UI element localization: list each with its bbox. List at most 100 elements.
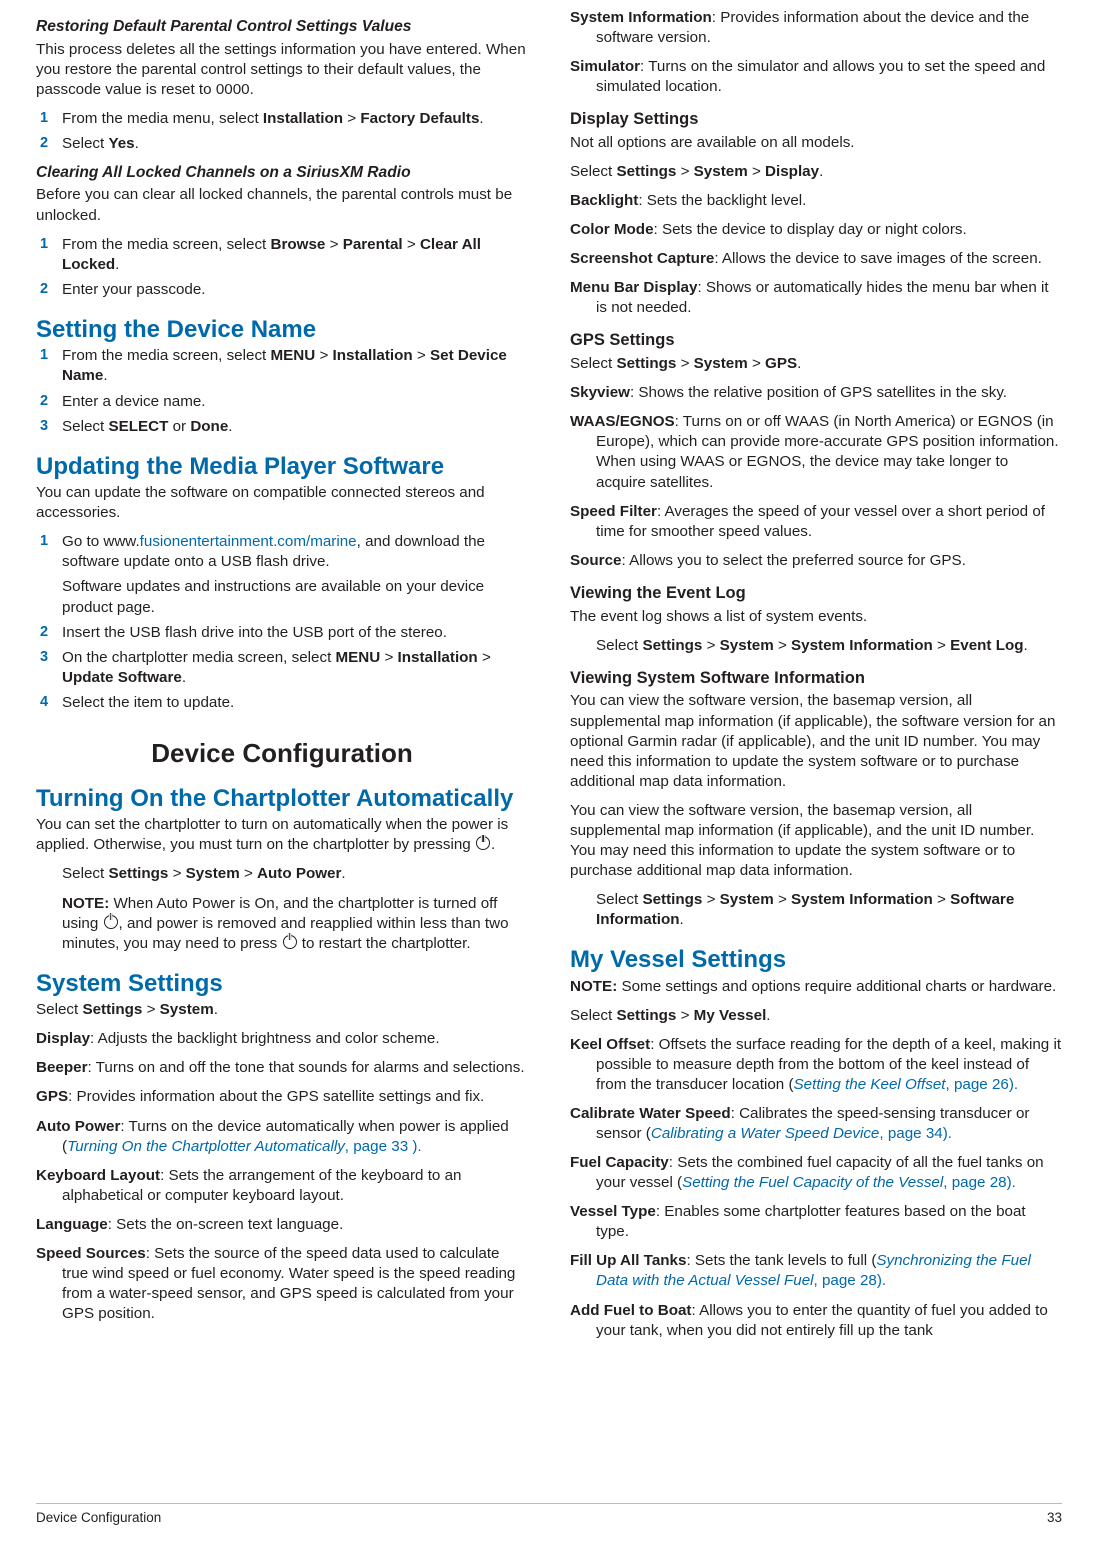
power-icon [103,914,118,929]
definition-term: Auto Power [36,1117,121,1135]
separator: > [747,355,766,373]
select-path-auto-power: Select Settings > System > Auto Power. [36,864,528,884]
separator: > [142,1001,160,1019]
select-suffix: . [766,1006,771,1024]
ui-label: Auto Power [257,865,342,883]
separator: > [168,865,186,883]
steps-clearing-locked-channels: From the media screen, select Browse > P… [36,235,528,300]
definition-desc: : Provides information about the GPS sat… [68,1088,485,1106]
definition-term: System Information [570,9,712,26]
definition-desc: : Turns on and off the tone that sounds … [87,1059,525,1077]
definition-term: Display [36,1030,91,1048]
definition-item: WAAS/EGNOS: Turns on or off WAAS (in Nor… [570,412,1062,492]
definition-list-display-settings: Backlight: Sets the backlight level. Col… [570,191,1062,318]
paragraph-updating-media-player-software: You can update the software on compatibl… [36,484,485,522]
definition-list-system-settings: Display: Adjusts the backlight brightnes… [36,1029,528,1324]
ui-label: Installation [262,109,344,127]
cross-reference-page[interactable]: , page 33 ). [345,1138,422,1155]
definition-item: Simulator: Turns on the simulator and al… [570,57,1062,97]
heading-my-vessel-settings: My Vessel Settings [570,946,787,974]
separator: > [239,865,258,883]
separator: > [412,347,431,365]
definition-term: Menu Bar Display [570,279,698,297]
ui-label: System [693,163,748,181]
definition-item: Language: Sets the on-screen text langua… [36,1215,528,1235]
definition-item: Calibrate Water Speed: Calibrates the sp… [570,1104,1062,1144]
cross-reference-link[interactable]: Turning On the Chartplotter Automaticall… [67,1138,345,1155]
step-text: From the media screen, select Browse > P… [62,235,528,275]
ui-label: Browse [270,235,326,253]
definition-list-my-vessel-settings: Keel Offset: Offsets the surface reading… [570,1035,1062,1341]
separator: > [676,1006,694,1024]
ui-label: SELECT [108,417,169,435]
step-text: Insert the USB flash drive into the USB … [62,623,447,641]
definition-term: Screenshot Capture [570,250,715,268]
heading-viewing-system-software-information: Viewing System Software Information [570,668,865,687]
step-text: Select SELECT or Done. [62,417,528,437]
separator: > [315,347,333,365]
cross-reference-link[interactable]: Setting the Keel Offset [794,1076,946,1093]
definition-desc: : Allows you to select the preferred sou… [621,551,966,569]
note-label: NOTE: [62,894,110,912]
separator: > [325,235,343,253]
cross-reference-page[interactable]: , page 26). [946,1076,1019,1093]
ui-label: MENU [270,347,316,365]
ui-label: System Information [791,891,933,908]
separator: > [773,891,792,908]
step-text-part: From the media screen, select [62,235,271,253]
ui-label: Display [765,163,820,181]
power-icon [282,934,297,949]
definition-item: Color Mode: Sets the device to display d… [570,220,1062,240]
paragraph-part: . [490,836,496,854]
cross-reference-page[interactable]: , page 34). [879,1125,952,1142]
cross-reference-link[interactable]: Calibrating a Water Speed Device [651,1125,880,1142]
definition-item: Beeper: Turns on and off the tone that s… [36,1058,528,1078]
definition-item: Display: Adjusts the backlight brightnes… [36,1029,528,1049]
definition-term: Beeper [36,1059,88,1077]
ui-label: Update Software [62,668,182,686]
step-text-part: . [181,668,187,686]
steps-setting-device-name: From the media screen, select MENU > Ins… [36,346,528,436]
select-prefix: Select [570,1006,617,1024]
paragraph-viewing-event-log: The event log shows a list of system eve… [570,607,868,625]
ui-label: System [185,865,240,883]
step-text-part: . [479,109,484,127]
paragraph-restoring-parental-defaults: This process deletes all the settings in… [36,40,526,98]
step-item: Select the item to update. [36,693,528,713]
separator: > [676,163,694,181]
ui-label: System [719,636,774,654]
definition-term: Vessel Type [570,1203,656,1221]
definition-term: Color Mode [570,221,654,239]
definition-term: Speed Sources [36,1244,146,1262]
ui-label: My Vessel [693,1006,767,1024]
cross-reference-link[interactable]: Setting the Fuel Capacity of the Vessel [682,1174,943,1191]
select-path-my-vessel: Select Settings > My Vessel. [570,1006,1062,1026]
heading-setting-device-name: Setting the Device Name [36,315,317,343]
step-item: From the media screen, select MENU > Ins… [36,346,528,386]
step-text-part: . [115,255,120,273]
heading-restoring-parental-defaults: Restoring Default Parental Control Setti… [36,18,412,35]
ui-label: System [693,355,748,373]
cross-reference-page[interactable]: , page 28). [943,1174,1016,1191]
definition-item: Source: Allows you to select the preferr… [570,551,1062,571]
definition-term: Source [570,551,622,569]
heading-updating-media-player-software: Updating the Media Player Software [36,452,445,480]
step-item: On the chartplotter media screen, select… [36,648,528,688]
left-column: Restoring Default Parental Control Setti… [36,8,528,1333]
ui-label: Settings [642,891,703,908]
page-number: 33 [1046,1510,1062,1525]
cross-reference-page[interactable]: , page 28). [814,1272,887,1289]
definition-desc: : Sets the on-screen text language. [107,1215,344,1233]
definition-term: Simulator [570,58,641,76]
ui-label: System [159,1001,214,1019]
select-suffix: . [679,911,684,929]
link-fusion-marine[interactable]: fusionentertainment.com/marine [140,533,357,550]
definition-desc: : Sets the device to display day or nigh… [653,221,967,239]
select-suffix: . [797,355,802,373]
definition-item: Add Fuel to Boat: Allows you to enter th… [570,1301,1062,1341]
step-text: From the media menu, select Installation… [62,109,528,129]
step-text: Go to www.fusionentertainment.com/marine… [62,532,528,572]
step-text-part: or [168,417,191,435]
definition-term: Keel Offset [570,1035,651,1053]
select-suffix: . [341,865,346,883]
